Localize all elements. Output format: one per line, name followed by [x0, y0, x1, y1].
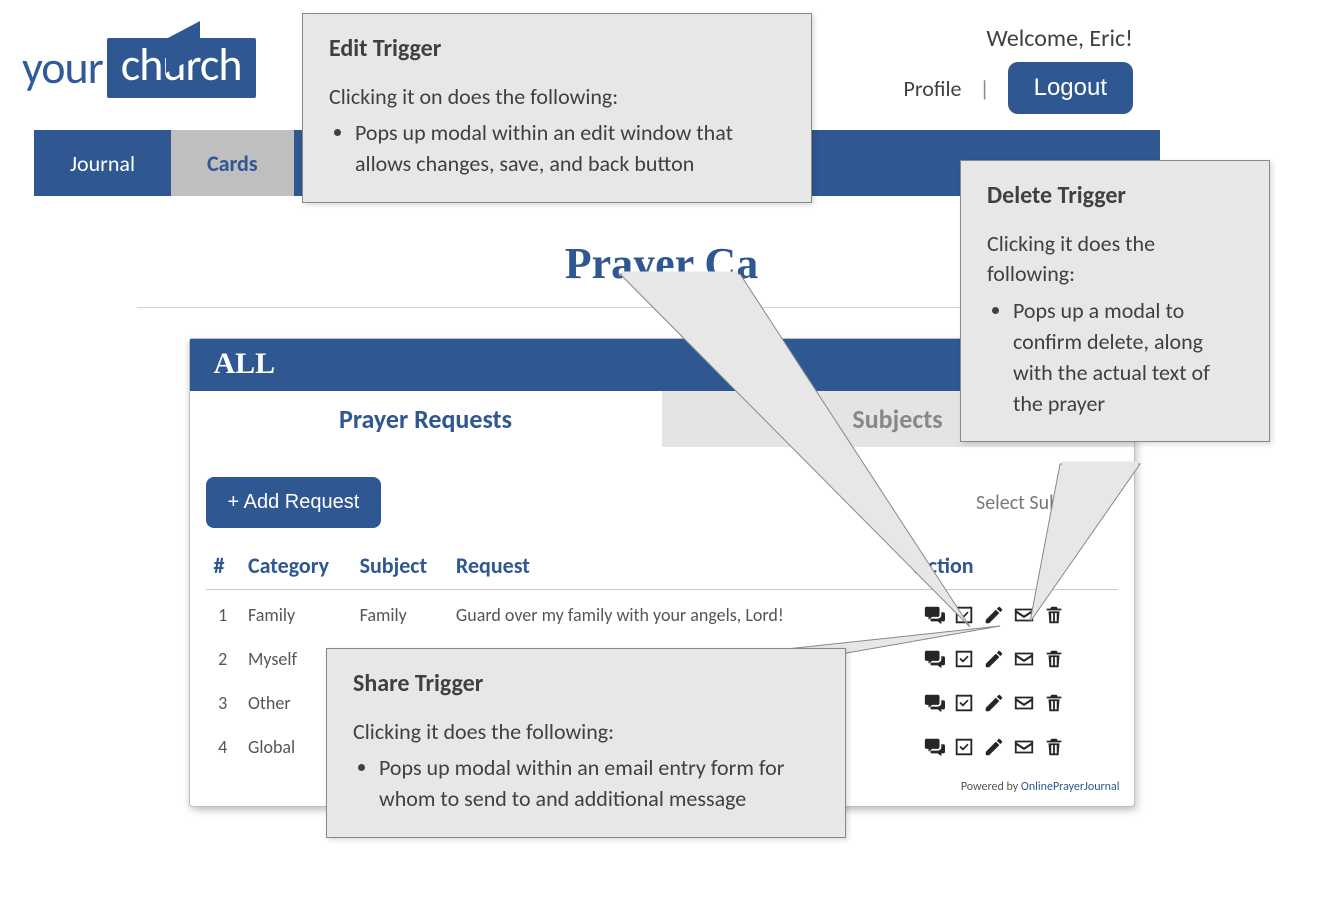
- callout-share-lead: Clicking it does the following:: [353, 717, 819, 748]
- cell-action: [915, 590, 1118, 635]
- trash-icon[interactable]: [1043, 604, 1065, 626]
- select-subject-dropdown[interactable]: Select Subject: [976, 491, 1111, 515]
- check-icon[interactable]: [953, 692, 975, 714]
- col-action: Action: [915, 546, 1118, 590]
- cell-subject: Family: [352, 590, 448, 635]
- cell-request: Guard over my family with your angels, L…: [448, 590, 915, 635]
- cell-action: [915, 678, 1118, 722]
- col-num: #: [206, 546, 240, 590]
- pencil-icon[interactable]: [983, 692, 1005, 714]
- callout-edit-item: Pops up modal within an edit window that…: [355, 118, 785, 180]
- check-icon[interactable]: [953, 648, 975, 670]
- trash-icon[interactable]: [1043, 692, 1065, 714]
- logo-text-your: your: [22, 40, 103, 96]
- cell-category: Family: [240, 590, 352, 635]
- welcome-text: Welcome, Eric!: [986, 24, 1133, 53]
- caret-down-icon: [1098, 496, 1112, 510]
- mail-icon[interactable]: [1013, 736, 1035, 758]
- cell-num: 2: [206, 634, 240, 678]
- pencil-icon[interactable]: [983, 736, 1005, 758]
- trash-icon[interactable]: [1043, 648, 1065, 670]
- callout-share-item: Pops up modal within an email entry form…: [379, 753, 819, 815]
- chat-icon[interactable]: [923, 736, 945, 758]
- col-request: Request: [448, 546, 915, 590]
- cell-action: [915, 634, 1118, 678]
- callout-delete-title: Delete Trigger: [987, 179, 1243, 213]
- mail-icon[interactable]: [1013, 692, 1035, 714]
- callout-delete-item: Pops up a modal to confirm delete, along…: [1013, 296, 1243, 419]
- check-icon[interactable]: [953, 604, 975, 626]
- tab-cards[interactable]: Cards: [171, 130, 294, 196]
- mail-icon[interactable]: [1013, 648, 1035, 670]
- chat-icon[interactable]: [923, 692, 945, 714]
- callout-share-trigger: Share Trigger Clicking it does the follo…: [326, 648, 846, 838]
- chat-icon[interactable]: [923, 604, 945, 626]
- powered-by-link[interactable]: OnlinePrayerJournal: [1021, 780, 1120, 794]
- mail-icon[interactable]: [1013, 604, 1035, 626]
- chat-icon[interactable]: [923, 648, 945, 670]
- cell-action: [915, 722, 1118, 766]
- logout-button[interactable]: Logout: [1008, 62, 1133, 114]
- callout-edit-title: Edit Trigger: [329, 32, 785, 66]
- table-row: 1FamilyFamilyGuard over my family with y…: [206, 590, 1118, 635]
- col-subject: Subject: [352, 546, 448, 590]
- add-request-button[interactable]: + Add Request: [206, 477, 382, 528]
- tab-journal[interactable]: Journal: [34, 130, 171, 196]
- callout-edit-trigger: Edit Trigger Clicking it on does the fol…: [302, 13, 812, 203]
- callout-share-title: Share Trigger: [353, 667, 819, 701]
- cell-num: 4: [206, 722, 240, 766]
- divider: |: [979, 75, 989, 102]
- profile-link[interactable]: Profile: [904, 75, 962, 102]
- trash-icon[interactable]: [1043, 736, 1065, 758]
- card-tab-prayer-requests[interactable]: Prayer Requests: [190, 391, 662, 447]
- pencil-icon[interactable]: [983, 648, 1005, 670]
- pencil-icon[interactable]: [983, 604, 1005, 626]
- cell-num: 1: [206, 590, 240, 635]
- cell-num: 3: [206, 678, 240, 722]
- app-logo: your church: [22, 38, 256, 98]
- callout-edit-lead: Clicking it on does the following:: [329, 82, 785, 113]
- callout-delete-lead: Clicking it does the following:: [987, 229, 1243, 291]
- callout-delete-trigger: Delete Trigger Clicking it does the foll…: [960, 160, 1270, 442]
- col-category: Category: [240, 546, 352, 590]
- check-icon[interactable]: [953, 736, 975, 758]
- select-subject-label: Select Subject: [976, 491, 1089, 515]
